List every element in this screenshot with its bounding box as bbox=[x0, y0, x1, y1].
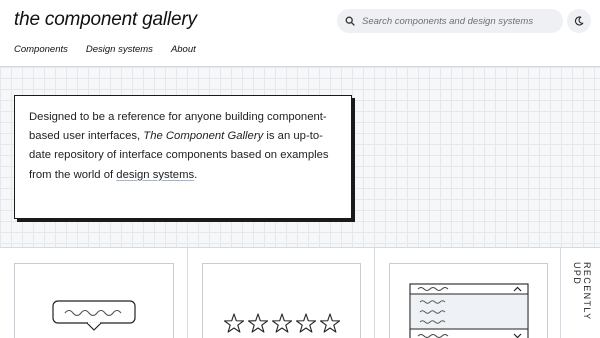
site-header: the component gallery Components Design … bbox=[0, 0, 600, 67]
intro-text: Designed to be a reference for anyone bu… bbox=[29, 108, 337, 185]
component-card-rating[interactable] bbox=[202, 263, 361, 338]
theme-toggle-button[interactable] bbox=[567, 9, 591, 33]
recently-updated-text: RECENTLY UPD bbox=[572, 262, 592, 321]
search-icon bbox=[345, 16, 355, 26]
design-systems-link[interactable]: design systems bbox=[116, 169, 194, 181]
select-illustration-icon bbox=[409, 283, 529, 338]
site-title[interactable]: the component gallery bbox=[14, 9, 197, 31]
hero-section: Designed to be a reference for anyone bu… bbox=[0, 67, 600, 247]
recently-updated-label: RECENTLY UPD bbox=[572, 262, 592, 338]
nav-components[interactable]: Components bbox=[14, 44, 68, 55]
nav-about[interactable]: About bbox=[171, 44, 196, 55]
search-bar[interactable] bbox=[337, 9, 563, 33]
intro-card: Designed to be a reference for anyone bu… bbox=[14, 95, 352, 219]
nav-design-systems[interactable]: Design systems bbox=[86, 44, 153, 55]
rating-illustration-icon bbox=[223, 313, 341, 333]
component-gallery: RECENTLY UPD bbox=[0, 247, 600, 338]
moon-icon bbox=[574, 16, 584, 26]
search-input[interactable] bbox=[362, 15, 552, 27]
main-nav: Components Design systems About bbox=[14, 44, 196, 55]
component-card-select[interactable] bbox=[389, 263, 548, 338]
intro-text-after: . bbox=[194, 168, 198, 181]
intro-emphasis: The Component Gallery bbox=[143, 130, 264, 143]
component-card-tooltip[interactable] bbox=[14, 263, 174, 338]
tooltip-illustration-icon bbox=[52, 300, 136, 331]
